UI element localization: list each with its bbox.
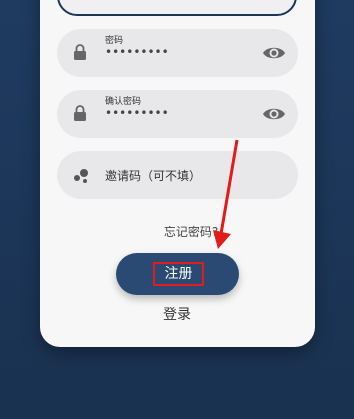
lock-icon [74, 44, 86, 60]
previous-input-field[interactable] [57, 0, 297, 16]
confirm-password-input[interactable]: ••••••••• [105, 106, 169, 120]
invite-code-field[interactable]: 邀请码（可不填） [57, 151, 298, 199]
lock-icon [74, 105, 86, 121]
eye-icon[interactable] [262, 43, 286, 63]
bubbles-icon [74, 169, 88, 183]
login-link[interactable]: 登录 [0, 304, 354, 324]
forgot-password-link[interactable]: 忘记密码? [0, 223, 354, 240]
register-button[interactable]: 注册 [116, 253, 239, 295]
password-input[interactable]: ••••••••• [105, 45, 169, 59]
confirm-password-field[interactable]: 确认密码 ••••••••• [57, 90, 298, 138]
register-button-label: 注册 [153, 262, 204, 286]
invite-code-input[interactable]: 邀请码（可不填） [105, 167, 201, 184]
password-field[interactable]: 密码 ••••••••• [57, 29, 298, 77]
annotation-arrow-icon [213, 139, 239, 249]
eye-icon[interactable] [262, 104, 286, 124]
